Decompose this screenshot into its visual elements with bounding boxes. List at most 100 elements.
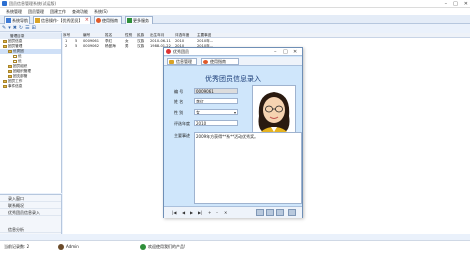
form-title: 优秀团员信息录入 [205, 75, 261, 83]
dialog-tabs: 信息管理 使用指南 [164, 57, 302, 66]
tree-node-label: 团员管理 [8, 44, 23, 48]
folder-icon [3, 85, 7, 88]
col-header[interactable]: 编号 [83, 33, 90, 38]
tab-more-services[interactable]: 更多服务 [125, 16, 153, 24]
remarks-label: 主要事迹 [174, 133, 190, 138]
tree-node-label: 优 [18, 59, 22, 63]
cell: 男 [125, 44, 129, 48]
nav-info-analysis[interactable]: 信息分析 [0, 226, 61, 233]
dialog-title: 优秀团员 [173, 49, 189, 54]
dialog-icon [166, 49, 171, 54]
maximize-button[interactable]: □ [453, 0, 458, 8]
last-record-icon[interactable]: ▶| [198, 210, 202, 215]
tab-label: 使用指南 [102, 18, 118, 23]
folder-icon [3, 45, 7, 48]
nav-excellent-entry[interactable]: 优秀团员信息录入 [0, 209, 61, 216]
close-button[interactable]: ✕ [464, 0, 468, 8]
window-controls: – □ ✕ [445, 0, 468, 8]
folder-icon [3, 40, 7, 43]
prev-record-icon[interactable]: ◀ [182, 210, 185, 215]
services-icon [127, 18, 132, 23]
tree-node-label: 团员组织 [13, 64, 28, 68]
info-icon [140, 244, 146, 250]
tab-label: 更多服务 [133, 18, 149, 23]
tree-node-label: 团员信息 [8, 39, 23, 43]
name-label: 姓 名 [174, 99, 184, 104]
menu-query[interactable]: 查询功能 [72, 8, 88, 15]
col-header[interactable]: 评选年度 [175, 33, 189, 38]
name-field[interactable]: 李红 [194, 98, 238, 104]
tab-navigation[interactable]: 系统导航 [4, 16, 30, 24]
minimize-button[interactable]: – [445, 0, 448, 8]
code-field[interactable]: 0009061 [194, 88, 238, 94]
save-button[interactable] [256, 209, 264, 216]
tab-label: 使用指南 [210, 59, 226, 64]
col-header[interactable]: 民族 [137, 33, 144, 38]
year-label: 评选年度 [174, 121, 190, 126]
cell: 杨曼海 [105, 44, 116, 48]
close-tab-icon[interactable]: × [85, 17, 89, 24]
add-record-icon[interactable]: + [208, 210, 211, 215]
delete-icon[interactable]: ✖ [13, 25, 17, 31]
cell: 0009062 [83, 44, 100, 48]
menu-sys[interactable]: 系统(S) [94, 8, 108, 15]
tab-label: 系统导航 [12, 18, 28, 23]
refresh-icon[interactable]: ↻ [19, 25, 23, 31]
home-icon [6, 18, 11, 23]
next-record-icon[interactable]: ▶ [190, 210, 193, 215]
edit-icon[interactable]: ✎ [2, 25, 6, 31]
tab-guide[interactable]: 使用指南 [94, 16, 122, 24]
directory-tree: 管理目录 团员信息 团员管理 优秀团 优 优 团员组织 团组织管理 团支部管 团… [0, 33, 62, 193]
tree-node-label: 团员工作 [8, 79, 23, 83]
record-count: 当前记录数: 2 [4, 244, 30, 249]
app-icon [2, 1, 7, 6]
col-header[interactable]: 序号 [63, 33, 70, 38]
tree-node[interactable]: 事件信息 [0, 84, 61, 89]
nav-contact-overview[interactable]: 联系概况 [0, 202, 61, 209]
tab-info-manage[interactable]: 信息管理 [167, 58, 197, 65]
menu-members[interactable]: 团员管理 [28, 8, 44, 15]
cell: 汉族 [137, 44, 145, 48]
folder-icon [8, 50, 12, 53]
remarks-textarea[interactable]: 2009年方获得**系**活动优秀奖。 [194, 132, 302, 204]
code-label: 编 号 [174, 89, 184, 94]
welcome-message: 欢迎使用我们的产品! [148, 244, 186, 249]
status-bar: 当前记录数: 2 Admin 欢迎使用我们的产品! [0, 240, 470, 253]
dialog-maximize-button[interactable]: □ [283, 48, 288, 56]
export-button[interactable] [276, 209, 284, 216]
cancel-record-icon[interactable]: ✕ [224, 210, 227, 215]
menu-bar: 系统管理 团员管理 团建工作 查询功能 系统(S) [0, 8, 470, 15]
help-icon [96, 18, 101, 23]
nav-entry-window[interactable]: 录入窗口 [0, 195, 61, 202]
col-header[interactable]: 姓名 [105, 33, 112, 38]
dialog-navigator: |◀ ◀ ▶ ▶| + – ✕ [164, 206, 302, 218]
col-header[interactable]: 出生年月 [150, 33, 164, 38]
tab-user-guide[interactable]: 使用指南 [201, 58, 239, 65]
left-nav-panel: 录入窗口 联系概况 优秀团员信息录入 信息分析 [0, 194, 62, 234]
dialog-minimize-button[interactable]: – [274, 48, 277, 56]
gender-select[interactable]: 女 ▾ [194, 109, 238, 115]
tab-info-operation[interactable]: 信息操作-【优秀团员】 × [33, 16, 91, 24]
folder-icon [8, 65, 12, 68]
cell: 2 [65, 44, 68, 48]
tab-bar: 系统导航 信息操作-【优秀团员】 × 使用指南 更多服务 [0, 15, 470, 24]
dropdown-icon[interactable]: ▾ [8, 25, 11, 31]
grid-header-row: 序号 编号 姓名 性别 民族 出生年月 评选年度 主要事迹 [63, 33, 470, 38]
excellent-member-dialog: 优秀团员 – □ ✕ 信息管理 使用指南 优秀团员信息录入 编 号 000906… [163, 47, 303, 218]
tree-node-label: 优 [18, 54, 22, 58]
col-header[interactable]: 性别 [125, 33, 132, 38]
remove-record-icon[interactable]: – [216, 210, 218, 215]
folder-icon [3, 80, 7, 83]
first-record-icon[interactable]: |◀ [172, 210, 176, 215]
list-icon[interactable]: ☰ [25, 25, 29, 31]
col-header[interactable]: 主要事迹 [197, 33, 211, 38]
dialog-close-button[interactable]: ✕ [293, 48, 297, 56]
print-button[interactable] [266, 209, 274, 216]
grid-icon[interactable]: ⊞ [32, 25, 36, 31]
year-field[interactable]: 2010 [194, 120, 238, 126]
menu-system[interactable]: 系统管理 [6, 8, 22, 15]
menu-work[interactable]: 团建工作 [50, 8, 66, 15]
folder-icon [8, 75, 12, 78]
gender-label: 性 别 [174, 110, 184, 115]
exit-button[interactable] [288, 209, 296, 216]
